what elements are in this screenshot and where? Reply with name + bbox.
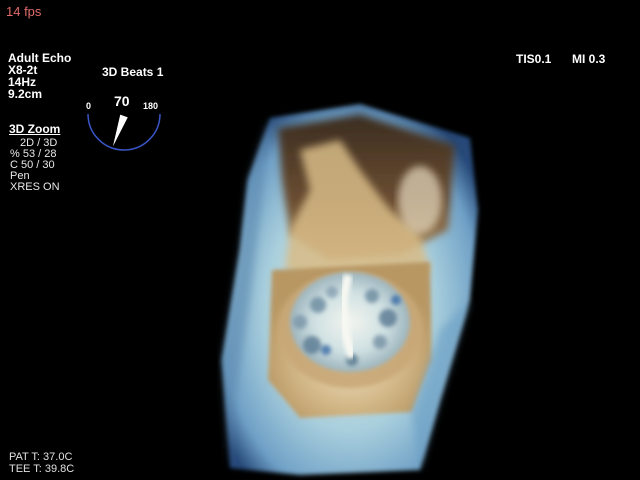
probe-angle-dial-icon xyxy=(87,113,161,151)
3d-volume-render xyxy=(222,104,478,475)
zoom-settings: 2D / 3D % 53 / 28 C 50 / 30 Pen XRES ON xyxy=(10,138,60,193)
patient-temperature: PAT T: 37.0C xyxy=(9,451,73,463)
dial-needle xyxy=(112,114,128,147)
xres-setting: XRES ON xyxy=(10,181,60,193)
beats-mode-label: 3D Beats 1 xyxy=(102,65,164,79)
tis-index: TIS0.1 xyxy=(516,52,552,66)
probe-parameters: Adult Echo X8-2t 14Hz 9.2cm xyxy=(8,52,71,100)
mi-index: MI 0.3 xyxy=(572,52,606,66)
dial-value-label: 70 xyxy=(114,93,130,109)
temperature-readout: PAT T: 37.0C TEE T: 39.8C xyxy=(9,451,74,475)
depth-label: 9.2cm xyxy=(8,87,43,101)
echo-viewer-screen: 14 fps Adult Echo X8-2t 14Hz 9.2cm 3D Be… xyxy=(0,0,640,480)
frame-rate-label: 14 fps xyxy=(6,4,42,19)
dial-min-label: 0 xyxy=(86,101,92,111)
dial-max-label: 180 xyxy=(143,101,159,111)
zoom-mode-title: 3D Zoom xyxy=(9,122,61,136)
probe-temperature: TEE T: 39.8C xyxy=(9,463,75,475)
